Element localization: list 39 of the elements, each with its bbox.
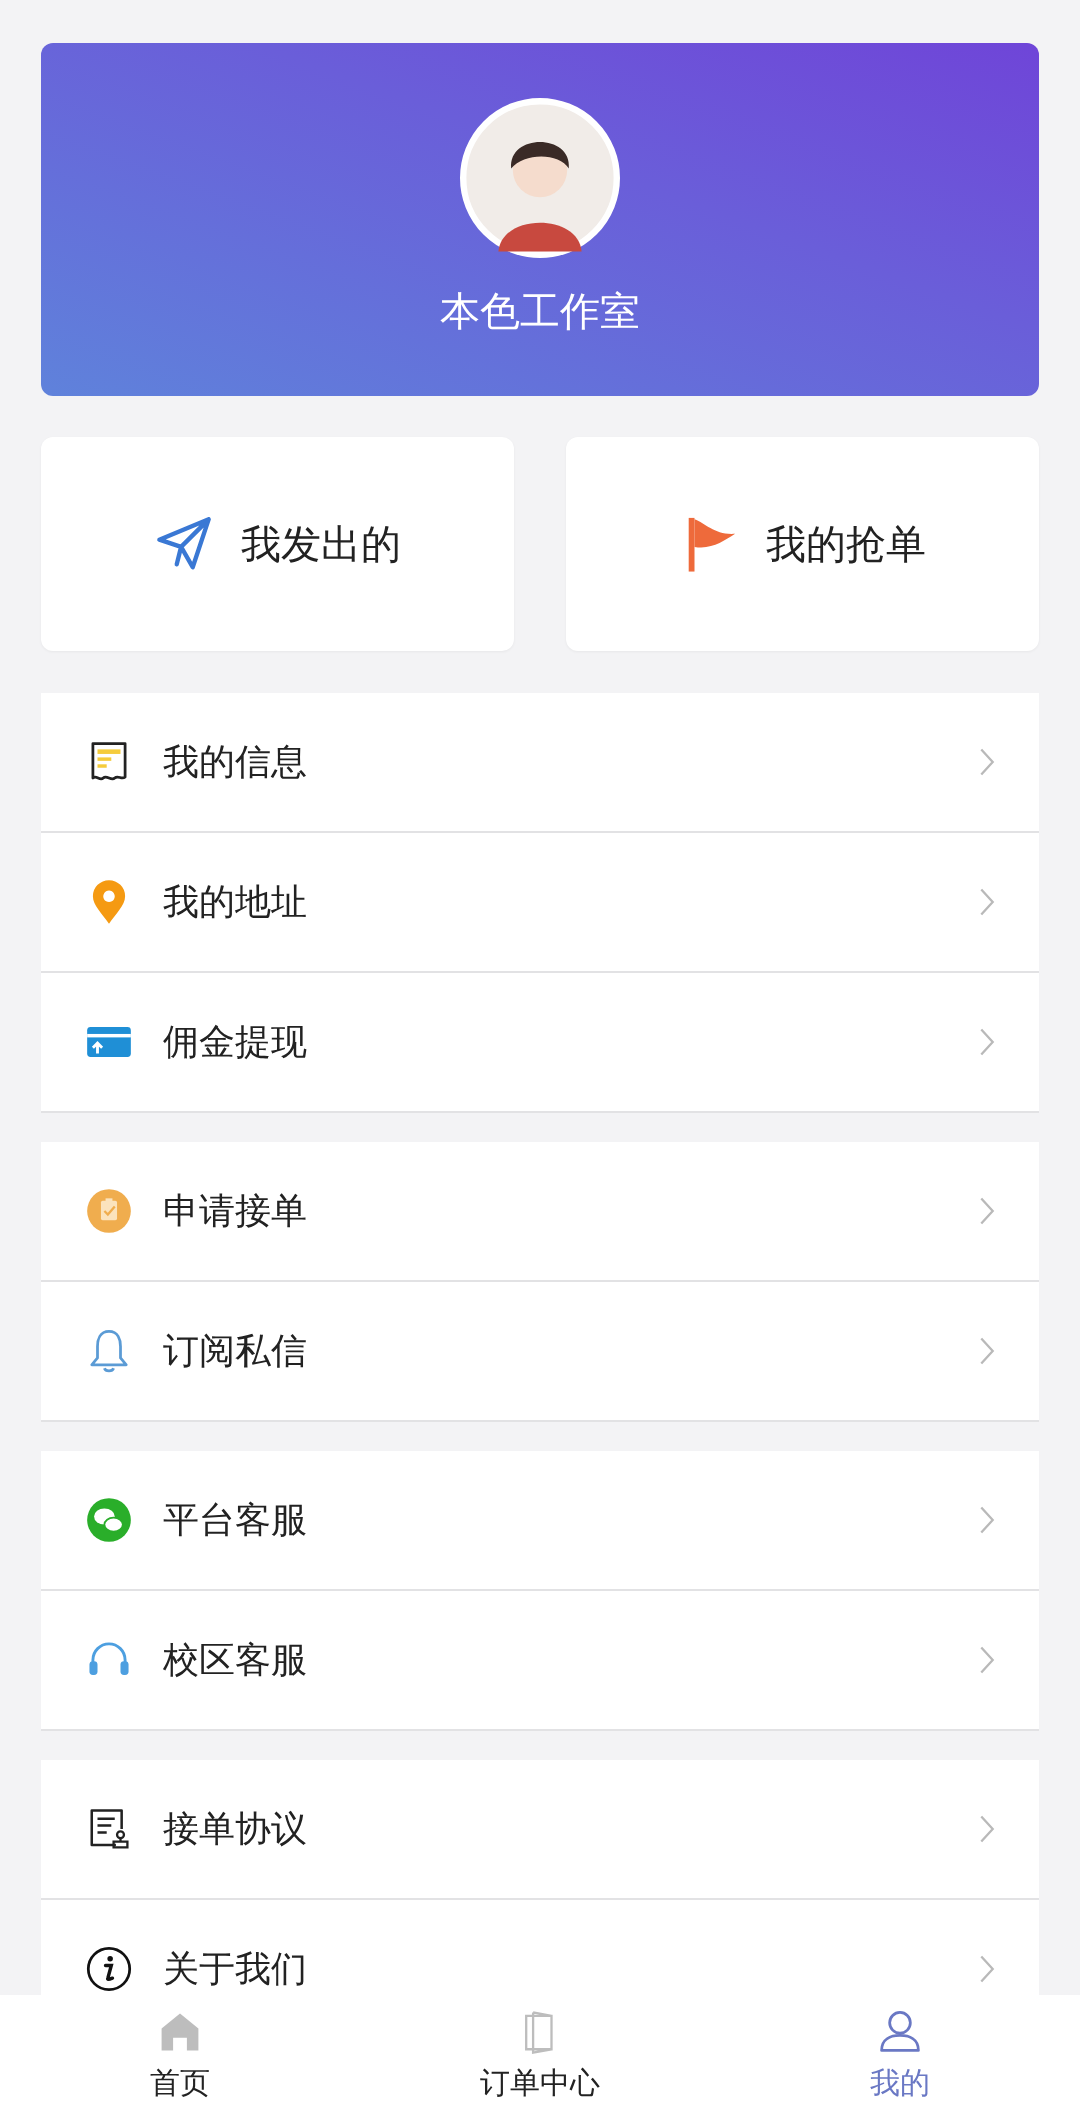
avatar[interactable] — [460, 98, 620, 258]
menu-label: 我的信息 — [163, 739, 308, 784]
tab[interactable]: 我的 — [720, 1995, 1080, 2122]
menu-item[interactable]: 佣金提现 — [41, 973, 1039, 1113]
chevron-right-icon — [979, 1645, 995, 1675]
menu-item[interactable]: 订阅私信 — [41, 1282, 1039, 1422]
chevron-right-icon — [979, 1954, 995, 1984]
menu-item[interactable]: 平台客服 — [41, 1451, 1039, 1591]
chevron-right-icon — [979, 1027, 995, 1057]
menu-label: 佣金提现 — [163, 1019, 308, 1064]
menu-item[interactable]: 接单协议 — [41, 1760, 1039, 1900]
menu-item[interactable]: 我的信息 — [41, 693, 1039, 833]
user-icon — [877, 2009, 923, 2055]
tab[interactable]: 首页 — [0, 1995, 360, 2122]
chat-bubbles-icon — [86, 1497, 132, 1543]
menu-label: 校区客服 — [163, 1637, 308, 1682]
chevron-right-icon — [979, 887, 995, 917]
clipboard-check-icon — [86, 1188, 132, 1234]
menu-label: 关于我们 — [163, 1946, 308, 1991]
menu-item[interactable]: 校区客服 — [41, 1591, 1039, 1731]
menu-label: 我的地址 — [163, 879, 308, 924]
profile-name: 本色工作室 — [440, 287, 640, 336]
action-label: 我发出的 — [240, 519, 401, 569]
action-card[interactable]: 我发出的 — [41, 437, 514, 651]
chevron-right-icon — [979, 1336, 995, 1366]
chevron-right-icon — [979, 1196, 995, 1226]
action-label: 我的抢单 — [765, 519, 926, 569]
chevron-right-icon — [979, 747, 995, 777]
menu-label: 接单协议 — [163, 1806, 308, 1851]
menu-item[interactable]: 申请接单 — [41, 1142, 1039, 1282]
action-card[interactable]: 我的抢单 — [566, 437, 1039, 651]
chevron-right-icon — [979, 1814, 995, 1844]
menu-label: 平台客服 — [163, 1497, 308, 1542]
menu-item[interactable]: 我的地址 — [41, 833, 1039, 973]
info-icon — [86, 1946, 132, 1992]
tab[interactable]: 订单中心 — [360, 1995, 720, 2122]
chevron-right-icon — [979, 1505, 995, 1535]
menu-label: 订阅私信 — [163, 1328, 308, 1373]
menu-label: 申请接单 — [163, 1188, 308, 1233]
